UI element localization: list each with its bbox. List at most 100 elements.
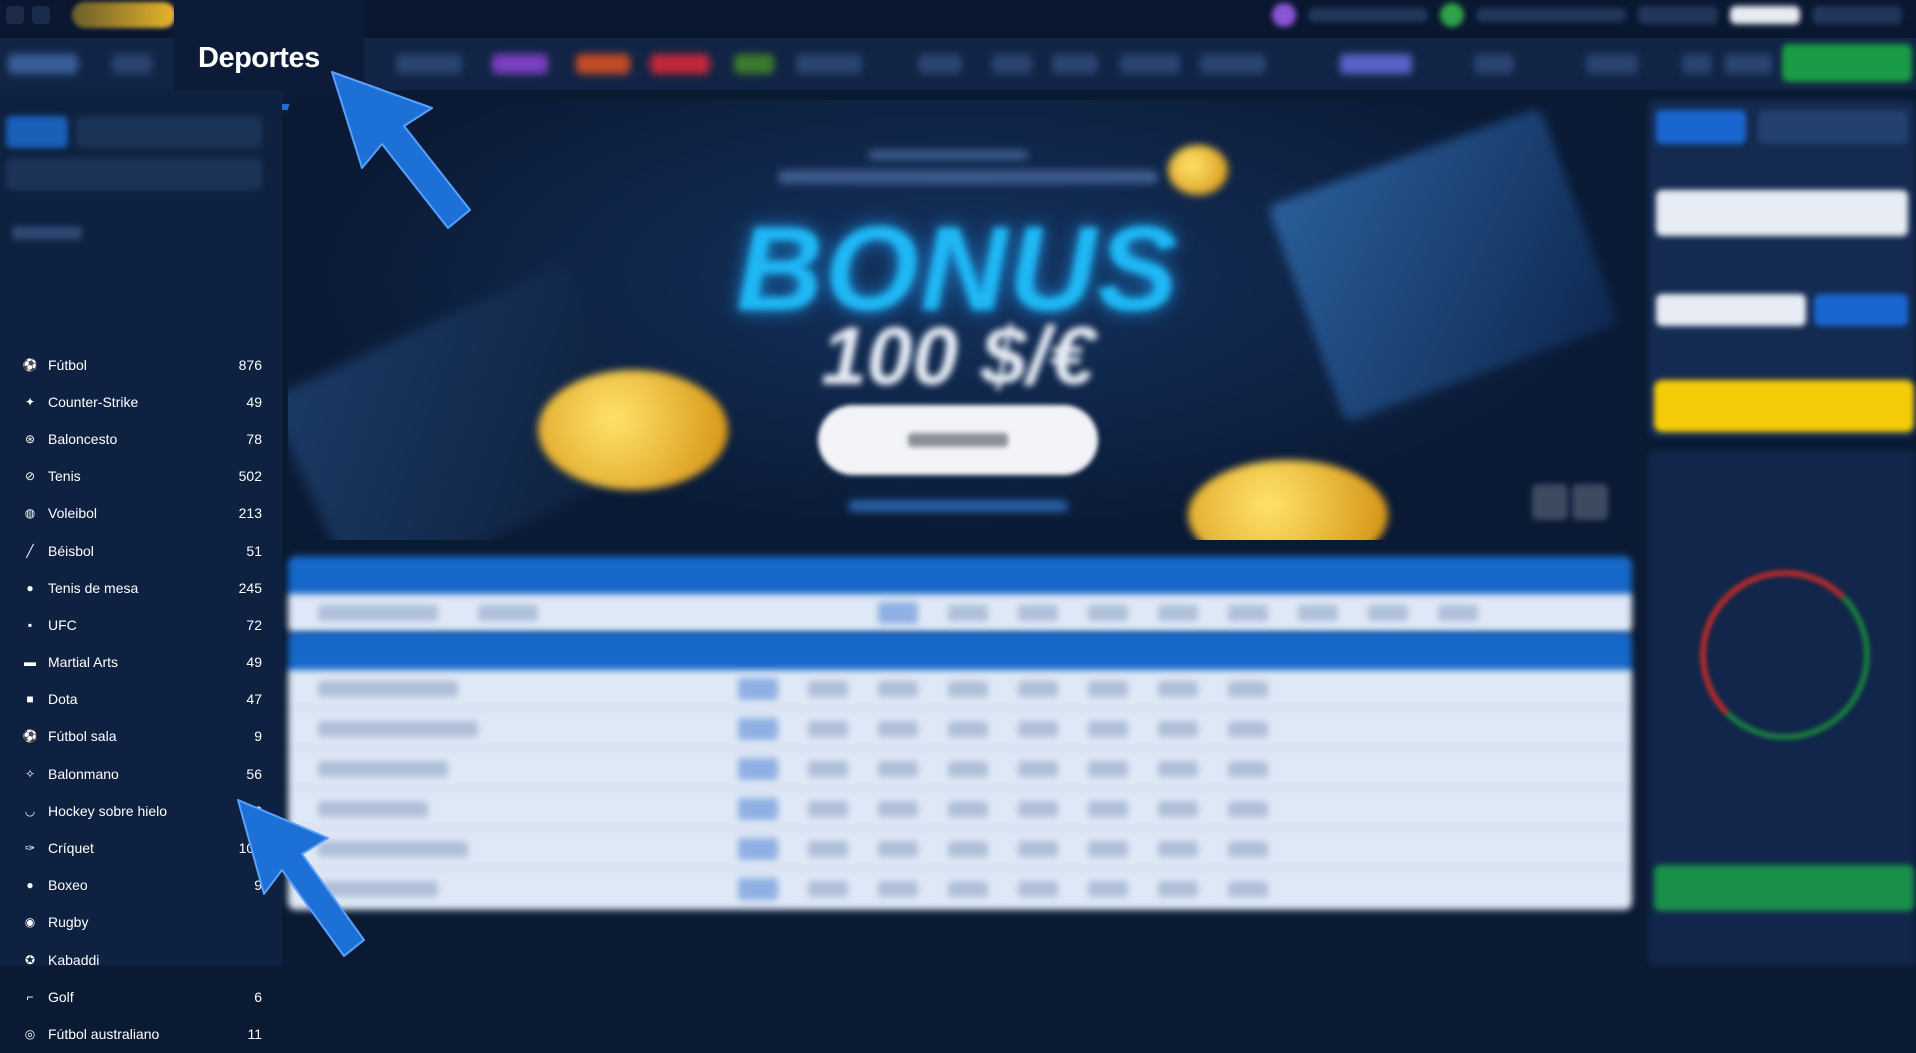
gauge-chart	[1700, 570, 1870, 740]
volleyball-icon: ◍	[24, 506, 36, 521]
nav-item-13[interactable]	[1200, 54, 1266, 74]
table-row[interactable]	[288, 594, 1632, 634]
nav-item-9[interactable]	[918, 54, 962, 74]
event-count: 11	[247, 1025, 262, 1042]
nav-item-7[interactable]	[734, 54, 774, 74]
table-row[interactable]	[288, 750, 1632, 790]
sidebar-item-handball[interactable]: ✧ Balonmano 56	[0, 755, 282, 792]
nav-item-10[interactable]	[992, 54, 1032, 74]
nav-item-11[interactable]	[1052, 54, 1098, 74]
sidebar-item-label: Boxeo	[48, 877, 88, 894]
filter-select-1[interactable]	[76, 116, 262, 148]
place-bet-button[interactable]	[1654, 380, 1914, 432]
language-selector[interactable]	[1812, 6, 1902, 24]
sidebar-item-label: Counter-Strike	[48, 393, 139, 410]
rugby-ball-icon: ◉	[24, 915, 36, 930]
table-header	[288, 632, 1632, 670]
sidebar-item-table-tennis[interactable]: ● Tenis de mesa 245	[0, 569, 282, 606]
apply-button[interactable]	[1814, 294, 1908, 326]
nav-item-4[interactable]	[492, 54, 548, 74]
baseball-icon: ╱	[26, 543, 34, 558]
futsal-icon: ⚽	[22, 729, 38, 744]
sidebar-item-volleyball[interactable]: ◍ Voleibol 213	[0, 495, 282, 532]
logo[interactable]	[8, 54, 78, 74]
sidebar-item-tennis[interactable]: ⊘ Tenis 502	[0, 458, 282, 495]
sidebar-item-soccer-ball[interactable]: ⚽ Fútbol 876	[0, 346, 282, 383]
status-icon	[1440, 3, 1464, 27]
bet-slip-panel	[1640, 100, 1916, 966]
filter-button[interactable]	[6, 116, 68, 148]
boxing-glove-icon: ●	[26, 878, 34, 893]
banner-top-text	[778, 150, 1158, 190]
event-count: 47	[246, 691, 262, 708]
nav-item-1[interactable]	[112, 54, 152, 74]
promo-pill[interactable]	[72, 2, 176, 28]
banner-next-button[interactable]	[1572, 484, 1608, 520]
settings-button[interactable]	[1730, 6, 1800, 24]
nav-item-12[interactable]	[1120, 54, 1180, 74]
code-input[interactable]	[1656, 190, 1908, 236]
menu-icon[interactable]	[32, 6, 50, 24]
sidebar-item-baseball[interactable]: ╱ Béisbol 51	[0, 532, 282, 569]
laptop-image-right	[1267, 107, 1619, 423]
sidebar-item-label: Fútbol sala	[48, 728, 117, 745]
events-table-2	[288, 632, 1632, 910]
sidebar-item-label: Martial Arts	[48, 654, 119, 671]
sidebar-item-futsal[interactable]: ⚽ Fútbol sala 9	[0, 718, 282, 755]
sidebar-item-australian-football[interactable]: ◎ Fútbol australiano 11	[0, 1015, 282, 1052]
bet-slip-tab[interactable]	[1656, 110, 1746, 144]
nav-item-5[interactable]	[576, 54, 630, 74]
table-row[interactable]	[288, 870, 1632, 910]
table-row[interactable]	[288, 710, 1632, 750]
time-display	[1638, 6, 1718, 24]
pointer-arrow-icon	[331, 71, 471, 229]
event-count: 245	[238, 579, 262, 596]
sidebar-item-golf[interactable]: ⌐ Golf 6	[0, 978, 282, 1015]
table-row[interactable]	[288, 790, 1632, 830]
banner-footnote	[848, 500, 1068, 512]
register-button[interactable]	[1782, 44, 1912, 82]
confirm-button[interactable]	[1654, 865, 1914, 911]
table-row[interactable]	[288, 670, 1632, 710]
sidebar-item-basketball[interactable]: ⊛ Baloncesto 78	[0, 420, 282, 457]
event-count: 9	[254, 728, 262, 745]
sidebar-item-label: Hockey sobre hielo	[48, 802, 168, 819]
basketball-icon: ⊛	[24, 431, 36, 446]
banner-prev-button[interactable]	[1532, 484, 1568, 520]
cricket-icon: ✑	[24, 841, 36, 856]
sidebar-item-ufc[interactable]: ▪ UFC 72	[0, 606, 282, 643]
filter-select-2[interactable]	[6, 158, 262, 190]
more-dropdown[interactable]	[1474, 54, 1514, 74]
golf-icon: ⌐	[26, 989, 34, 1004]
sidebar-item-label: Voleibol	[48, 505, 98, 522]
sidebar-item-counter-strike[interactable]: ✦ Counter-Strike 49	[0, 383, 282, 420]
stake-input[interactable]	[1656, 294, 1806, 326]
table-row[interactable]	[288, 830, 1632, 870]
event-count: 6	[254, 988, 262, 1005]
my-bets-tab[interactable]	[1758, 110, 1908, 144]
sidebar-item-label: UFC	[48, 616, 77, 633]
nav-item-6[interactable]	[650, 54, 710, 74]
event-count: 876	[238, 356, 262, 373]
coin-image	[1168, 145, 1228, 195]
sidebar-item-label: Tenis de mesa	[48, 579, 139, 596]
martial-arts-icon: ▬	[24, 655, 36, 670]
sidebar-item-dota[interactable]: ■ Dota 47	[0, 681, 282, 718]
sidebar-item-label: Tenis	[48, 468, 81, 485]
nav-item-14[interactable]	[1340, 54, 1412, 74]
search-field[interactable]	[12, 226, 82, 240]
balance-display	[1586, 54, 1638, 74]
sidebar-filters	[0, 106, 282, 346]
deposit-icon[interactable]	[1682, 54, 1712, 74]
user-avatar[interactable]	[1272, 3, 1296, 27]
back-icon[interactable]	[6, 6, 24, 24]
counter-strike-icon: ✦	[24, 394, 36, 409]
user-info	[1308, 8, 1428, 22]
banner-cta-button[interactable]	[818, 405, 1098, 475]
event-count: 49	[246, 393, 262, 410]
top-right-controls	[1272, 0, 1916, 30]
australian-football-icon: ◎	[24, 1026, 36, 1041]
sidebar-item-martial-arts[interactable]: ▬ Martial Arts 49	[0, 644, 282, 681]
nav-item-8[interactable]	[796, 54, 862, 74]
account-toggle[interactable]	[1724, 54, 1772, 74]
